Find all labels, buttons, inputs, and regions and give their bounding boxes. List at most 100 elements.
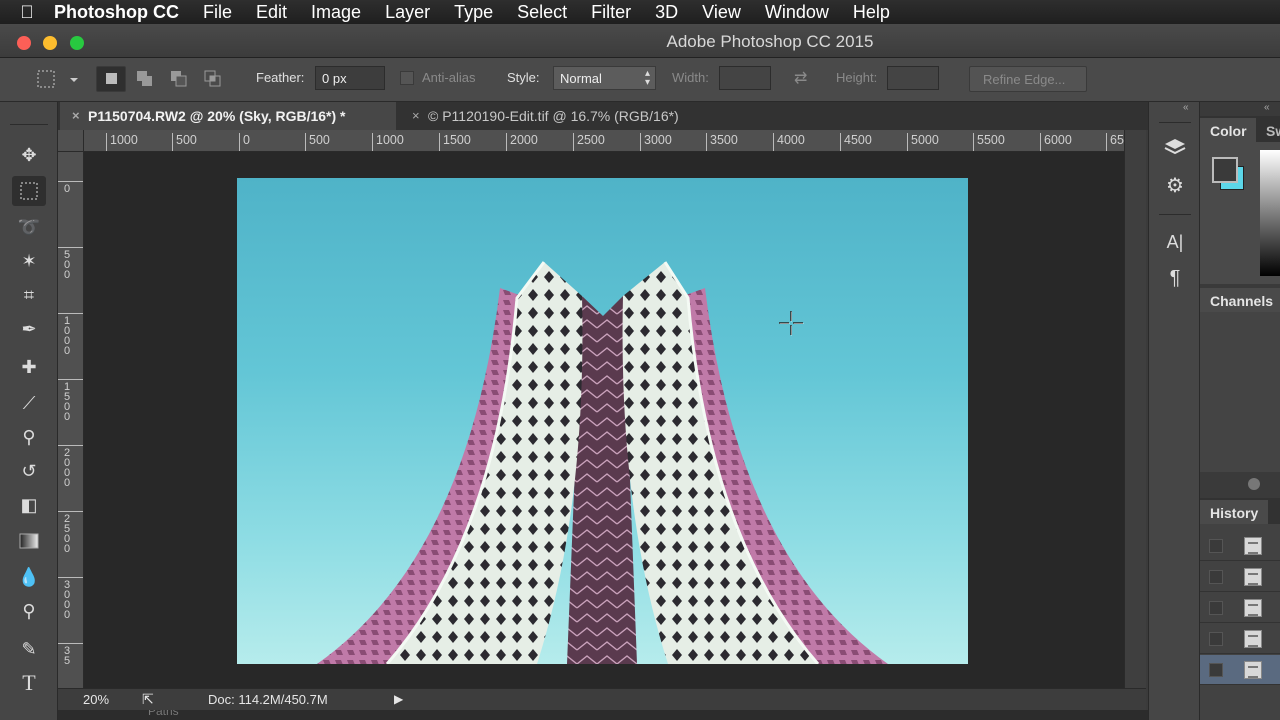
color-ramp[interactable]: [1260, 150, 1280, 276]
menu-window[interactable]: Window: [765, 2, 829, 23]
history-brush-tool-icon[interactable]: ↺: [12, 456, 46, 486]
crop-tool-icon[interactable]: ⌗: [12, 280, 46, 310]
history-source-checkbox[interactable]: [1209, 663, 1223, 677]
history-state[interactable]: [1200, 624, 1280, 654]
history-state-icon: [1244, 568, 1262, 586]
vertical-scrollbar[interactable]: [1124, 130, 1146, 688]
history-source-checkbox[interactable]: [1209, 539, 1223, 553]
menu-help[interactable]: Help: [853, 2, 890, 23]
brush-tool-icon[interactable]: ⟋: [12, 388, 46, 418]
history-source-checkbox[interactable]: [1209, 570, 1223, 584]
ruler-tick-label: 3000: [58, 577, 83, 621]
foreground-color-swatch[interactable]: [1212, 157, 1238, 183]
document-tab-strip: » × P1150704.RW2 @ 20% (Sky, RGB/16*) * …: [0, 102, 1148, 130]
menu-3d[interactable]: 3D: [655, 2, 678, 23]
share-icon[interactable]: ⇱: [142, 691, 154, 708]
blur-tool-icon[interactable]: 💧: [12, 562, 46, 592]
paragraph-panel-icon[interactable]: ¶: [1161, 264, 1189, 292]
type-tool-icon[interactable]: T: [12, 668, 46, 698]
swap-dimensions-icon[interactable]: ⇄: [794, 68, 807, 88]
horizontal-ruler[interactable]: 1000 500 0 500 1000 1500 2000 2500 3000 …: [84, 130, 1124, 152]
history-state-selected[interactable]: [1200, 655, 1280, 685]
doc-size-info: Doc: 114.2M/450.7M: [208, 692, 328, 707]
close-tab-icon[interactable]: ×: [72, 108, 80, 123]
collapse-arrows-icon[interactable]: «: [1264, 102, 1270, 113]
ruler-tick-label: 2000: [506, 133, 538, 151]
menu-layer[interactable]: Layer: [385, 2, 430, 23]
width-label: Width:: [672, 70, 709, 85]
style-select[interactable]: Normal ▴ ▾: [553, 66, 656, 90]
history-state[interactable]: [1200, 593, 1280, 623]
options-bar: Feather: 0 px Anti-alias Style: Normal ▴…: [0, 58, 1280, 102]
menu-image[interactable]: Image: [311, 2, 361, 23]
document-tab[interactable]: × © P1120190-Edit.tif @ 16.7% (RGB/16*): [400, 102, 740, 130]
history-source-checkbox[interactable]: [1209, 601, 1223, 615]
ruler-tick-label: 2500: [573, 133, 605, 151]
history-state[interactable]: [1200, 531, 1280, 561]
tools-panel: ✥ ➰ ✶ ⌗ ✒ ✚ ⟋ ⚲ ↺ ◧ 💧 ⚲ ✎ T: [0, 102, 58, 720]
layers-panel-icon[interactable]: [1161, 134, 1189, 162]
eyedropper-tool-icon[interactable]: ✒: [12, 314, 46, 344]
close-tab-icon[interactable]: ×: [412, 108, 420, 123]
menu-file[interactable]: File: [203, 2, 232, 23]
history-state[interactable]: [1200, 562, 1280, 592]
ruler-tick-label: 500: [58, 247, 83, 281]
window-title-bar: Adobe Photoshop CC 2015: [0, 24, 1280, 58]
ruler-tick-label: 500: [305, 133, 330, 151]
tab-color[interactable]: Color: [1200, 118, 1256, 142]
height-input[interactable]: [887, 66, 939, 90]
move-tool-icon[interactable]: ✥: [12, 140, 46, 170]
vertical-ruler[interactable]: 0 500 1000 1500 2000 2500 3000 35: [58, 152, 84, 688]
menu-select[interactable]: Select: [517, 2, 567, 23]
anti-alias-checkbox[interactable]: [400, 71, 414, 85]
character-panel-icon[interactable]: A|: [1161, 228, 1189, 256]
subtract-selection-icon: [171, 71, 187, 87]
add-to-selection-button[interactable]: [130, 66, 160, 92]
ruler-tick-label: 35: [58, 643, 83, 667]
tool-preset-picker[interactable]: [32, 66, 84, 92]
clone-stamp-tool-icon[interactable]: ⚲: [12, 422, 46, 452]
apple-menu-icon[interactable]: : [0, 2, 54, 23]
document-image[interactable]: [237, 178, 968, 664]
magic-wand-tool-icon[interactable]: ✶: [12, 246, 46, 276]
panel-resize-dot[interactable]: [1248, 478, 1260, 490]
collapsed-paths-panel[interactable]: Paths: [58, 710, 1148, 720]
feather-input[interactable]: 0 px: [315, 66, 385, 90]
collapse-arrows-icon[interactable]: «: [1183, 102, 1189, 113]
ruler-tick-label: 4500: [840, 133, 872, 151]
new-selection-button[interactable]: [96, 66, 126, 92]
status-bar: 20% ⇱ Doc: 114.2M/450.7M ▶: [58, 688, 1146, 710]
subtract-from-selection-button[interactable]: [164, 66, 194, 92]
history-source-checkbox[interactable]: [1209, 632, 1223, 646]
ruler-tick-label: 1000: [372, 133, 404, 151]
zoom-level[interactable]: 20%: [83, 692, 109, 707]
toolbar-grip: [10, 124, 48, 125]
refine-edge-button[interactable]: Refine Edge...: [969, 66, 1087, 92]
eraser-tool-icon[interactable]: ◧: [12, 490, 46, 520]
document-tab-active[interactable]: × P1150704.RW2 @ 20% (Sky, RGB/16*) *: [60, 102, 396, 130]
right-panel-column: « Color Sw Channels History: [1200, 102, 1280, 720]
status-menu-arrow-icon[interactable]: ▶: [394, 692, 403, 706]
dodge-tool-icon[interactable]: ⚲: [12, 596, 46, 626]
menu-edit[interactable]: Edit: [256, 2, 287, 23]
healing-brush-tool-icon[interactable]: ✚: [12, 352, 46, 382]
ruler-tick-label: 1000: [58, 313, 83, 357]
menu-view[interactable]: View: [702, 2, 741, 23]
width-input[interactable]: [719, 66, 771, 90]
pen-tool-icon[interactable]: ✎: [12, 634, 46, 664]
ruler-origin[interactable]: [58, 130, 84, 152]
rectangular-marquee-tool-icon[interactable]: [12, 176, 46, 206]
gradient-tool-icon[interactable]: [12, 526, 46, 556]
app-menu[interactable]: Photoshop CC: [54, 2, 179, 23]
history-state-icon: [1244, 599, 1262, 617]
document-tab-label: P1150704.RW2 @ 20% (Sky, RGB/16*) *: [88, 108, 346, 124]
intersect-selection-button[interactable]: [198, 66, 228, 92]
tab-swatches[interactable]: Sw: [1256, 118, 1280, 142]
lasso-tool-icon[interactable]: ➰: [12, 212, 46, 242]
menu-filter[interactable]: Filter: [591, 2, 631, 23]
adjustments-panel-icon[interactable]: ⚙: [1161, 172, 1189, 200]
tab-history[interactable]: History: [1200, 500, 1268, 524]
menu-type[interactable]: Type: [454, 2, 493, 23]
tab-channels[interactable]: Channels: [1200, 288, 1280, 312]
history-state-icon: [1244, 630, 1262, 648]
